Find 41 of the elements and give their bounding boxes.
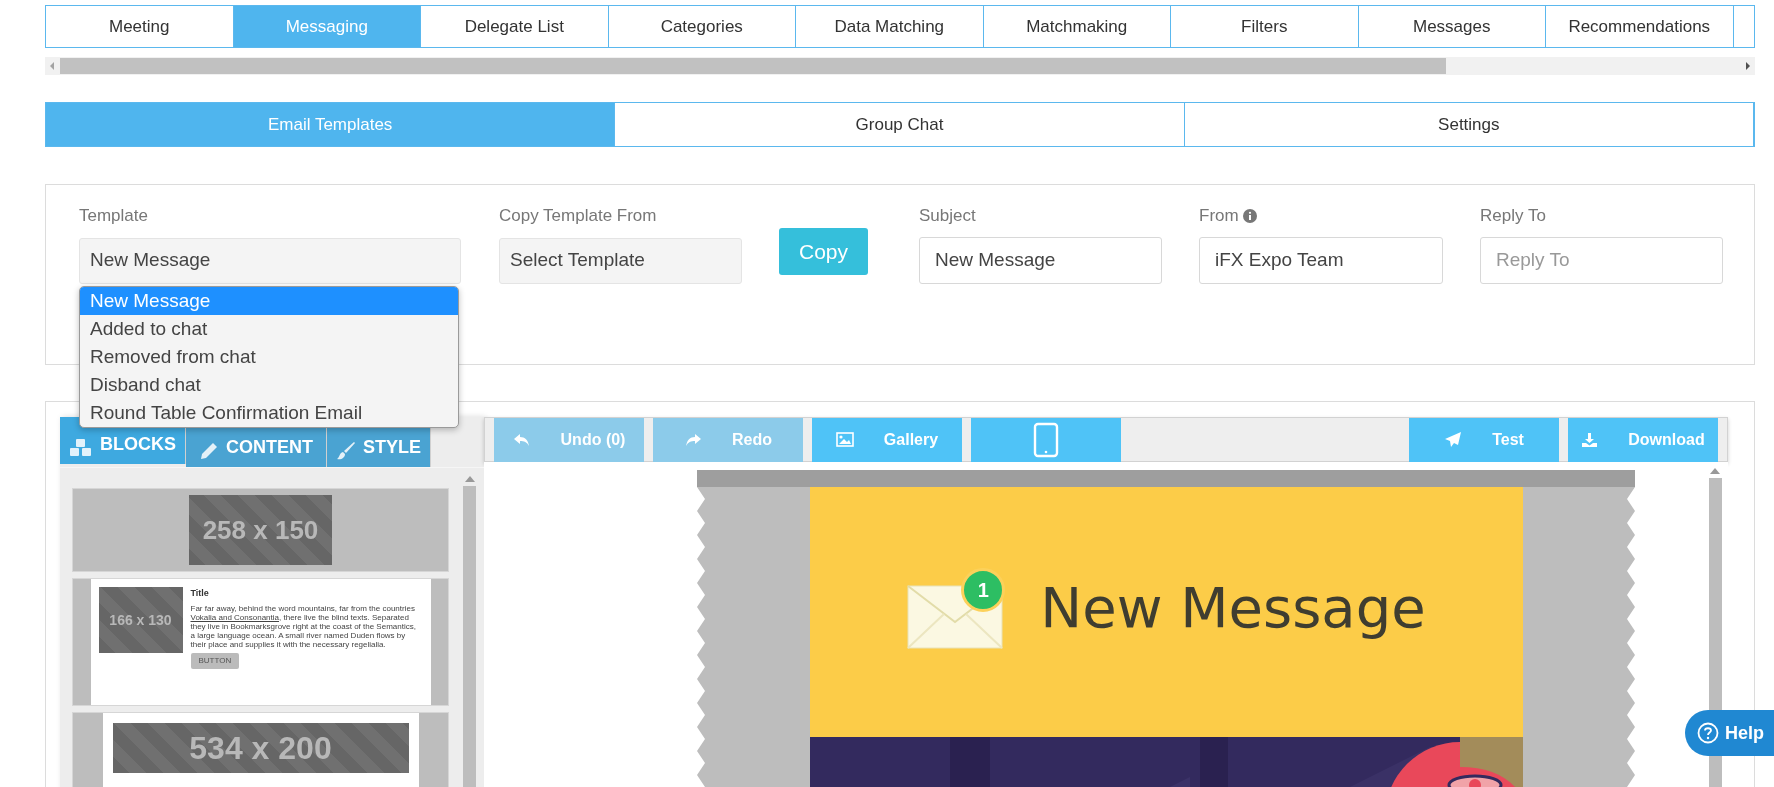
field-label: Copy Template From [499, 205, 658, 227]
block-thumbnail[interactable] [72, 578, 449, 706]
pencil-icon [199, 441, 219, 461]
text-link[interactable]: Vokalia and Consonantia [190, 612, 279, 622]
notification-badge: 1 [961, 568, 1006, 612]
scrollbar-thumb[interactable] [60, 58, 1446, 74]
template-select[interactable]: Select Template [499, 237, 742, 284]
horizontal-scrollbar[interactable] [45, 57, 1755, 75]
scroll-up-icon[interactable] [464, 476, 475, 482]
block-button: BUTTON [190, 652, 240, 669]
block-title: Title [190, 587, 210, 600]
redo-icon [684, 432, 702, 447]
send-icon [1444, 431, 1463, 448]
image-icon [835, 432, 854, 447]
field-label: Reply To [1480, 205, 1546, 227]
scroll-up-icon[interactable] [1710, 468, 1720, 474]
dropdown-option[interactable]: Added to chat [80, 315, 458, 343]
cubes-icon [69, 438, 93, 458]
scrollbar-thumb[interactable] [463, 486, 476, 787]
text-field[interactable]: Reply To [1480, 236, 1723, 284]
placeholder-label: 258 x 150 [202, 517, 319, 543]
template-select[interactable]: New Message [79, 237, 461, 284]
block-text: Far far away, behind the word mountains, far from the countries Vokalia and Consonantia, there live the blind texts. Separated they live in Bookmarksgrove right at the coast of the Semantics, a large language ocean. A small river named Duden flows by their place and supplies it with the necessary regelialia. [190, 603, 417, 649]
field-label: Subject [919, 205, 976, 227]
download-icon [1581, 431, 1599, 448]
tablet-icon [1033, 421, 1059, 458]
field-label: From [1199, 205, 1239, 227]
tablet-button[interactable] [971, 417, 1121, 462]
text-field[interactable]: iFX Expo Team [1199, 236, 1443, 284]
placeholder-label: 534 x 200 [189, 732, 332, 764]
dropdown-option[interactable]: Disband chat [80, 371, 458, 399]
placeholder-label: 166 x 130 [109, 613, 172, 627]
email-heading: New Message [1040, 574, 1426, 642]
dropdown-option[interactable]: Removed from chat [80, 343, 458, 371]
field-label: Template [79, 205, 149, 227]
help-button[interactable]: Help [1685, 710, 1774, 756]
brush-icon [336, 441, 356, 461]
text-field[interactable]: New Message [919, 236, 1162, 284]
help-icon [1697, 722, 1719, 744]
info-icon[interactable] [1242, 208, 1257, 223]
undo-icon [512, 432, 531, 447]
